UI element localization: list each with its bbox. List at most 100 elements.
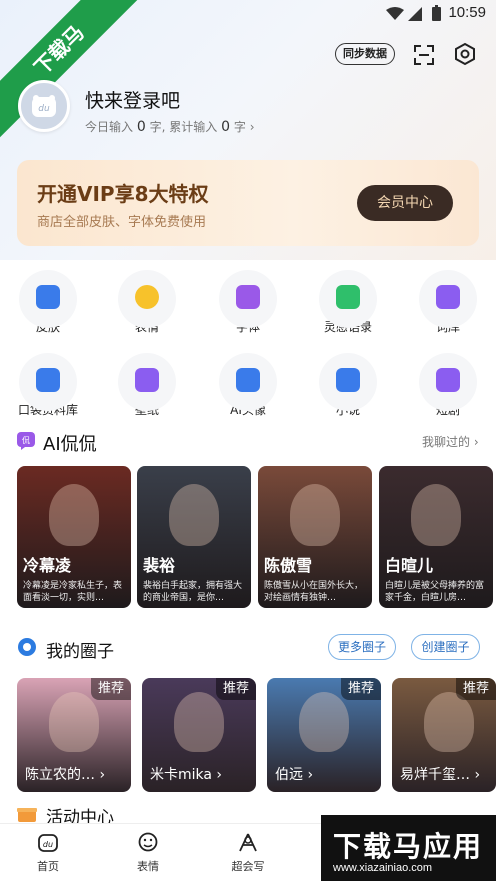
- circle-cover-image: [174, 692, 224, 752]
- character-portrait: [411, 484, 461, 546]
- ai-character-card[interactable]: 陈傲雪陈傲雪从小在国外长大，对绘画情有独钟…: [258, 466, 372, 608]
- login-prompt[interactable]: 快来登录吧: [85, 86, 180, 113]
- feature-smile[interactable]: 表情: [107, 270, 187, 335]
- character-description: 陈傲雪从小在国外长大，对绘画情有独钟…: [264, 581, 364, 603]
- character-name: 裴裕: [143, 556, 176, 575]
- tab-home[interactable]: du 首页: [18, 832, 78, 874]
- feature-icon-bg: [319, 270, 377, 328]
- circle-name: 陈立农的… ›: [25, 764, 105, 784]
- ai-avatar-icon: [236, 368, 260, 392]
- settings-icon[interactable]: [453, 42, 477, 66]
- circle-name: 易烊千玺… ›: [400, 764, 480, 784]
- feature-icon-bg: [19, 353, 77, 411]
- recommend-badge: 推荐: [91, 678, 131, 700]
- watermark-title: 下载马应用: [333, 830, 484, 863]
- watermark-url: www.xiazainiao.com: [333, 862, 433, 874]
- feature-ai-avatar[interactable]: AI头像: [208, 353, 288, 418]
- more-circles-button[interactable]: 更多圈子: [328, 634, 396, 660]
- chevron-right-icon: ›: [211, 767, 223, 783]
- gift-icon: [17, 808, 37, 822]
- write-icon: [239, 833, 257, 852]
- circle-card[interactable]: 推荐易烊千玺… ›: [392, 678, 496, 792]
- feature-shirt[interactable]: 皮肤: [8, 270, 88, 335]
- recommend-badge: 推荐: [341, 678, 381, 700]
- ai-character-card[interactable]: 冷幕凌 冷幕凌是冷家私生子，表面看淡一切，实则…: [17, 466, 131, 608]
- circle-card[interactable]: 推荐陈立农的… ›: [17, 678, 131, 792]
- character-description: 冷幕凌是冷家私生子，表面看淡一切，实则…: [23, 581, 123, 603]
- svg-text:du: du: [43, 840, 53, 849]
- feature-icon-bg: [219, 270, 277, 328]
- vip-subtitle: 商店全部皮肤、字体免费使用: [37, 215, 207, 230]
- character-portrait: [290, 484, 340, 546]
- character-description: 裴裕白手起家，拥有强大的商业帝国，是你…: [143, 581, 243, 603]
- chevron-right-icon: ›: [470, 767, 481, 783]
- dictionary-icon: [436, 285, 460, 309]
- feature-icon-bg: [118, 270, 176, 328]
- chevron-right-icon: ›: [249, 120, 255, 134]
- svg-text:侃: 侃: [22, 435, 30, 445]
- chatted-link[interactable]: 我聊过的 ›: [422, 433, 479, 450]
- scan-icon[interactable]: [413, 44, 435, 66]
- wifi-icon: [386, 7, 404, 20]
- circle-card[interactable]: 推荐米卡mika ›: [142, 678, 256, 792]
- recommend-badge: 推荐: [456, 678, 496, 700]
- ai-section-title: AI侃侃: [43, 434, 97, 455]
- character-portrait: [49, 484, 99, 546]
- signal-icon: [408, 7, 422, 21]
- member-center-button[interactable]: 会员中心: [357, 185, 453, 221]
- svg-text:du: du: [38, 104, 50, 114]
- circle-name: 米卡mika ›: [150, 764, 222, 784]
- vip-title: 开通VIP享8大特权: [37, 182, 209, 206]
- status-time: 10:59: [448, 4, 486, 21]
- default-avatar-icon: du: [32, 95, 56, 117]
- battery-icon: [432, 5, 441, 21]
- circle-cover-image: [49, 692, 99, 752]
- ai-chat-icon: 侃: [17, 432, 35, 450]
- shirt-icon: [36, 285, 60, 309]
- chevron-right-icon: ›: [95, 767, 106, 783]
- font-icon: [236, 285, 260, 309]
- feature-icon-bg: [319, 353, 377, 411]
- create-circle-button[interactable]: 创建圈子: [411, 634, 480, 660]
- feature-book[interactable]: 小说: [308, 353, 388, 418]
- book-icon: [336, 368, 360, 392]
- ai-character-card[interactable]: 白暄儿白暄儿是被父母捧养的富家千金，白暄儿房…: [379, 466, 493, 608]
- vip-banner[interactable]: 开通VIP享8大特权 商店全部皮肤、字体免费使用 会员中心: [17, 160, 479, 246]
- sync-data-button[interactable]: 同步数据: [335, 43, 395, 65]
- circle-name-text: 米卡mika: [150, 767, 212, 783]
- feature-pocket[interactable]: 口袋资料库: [8, 353, 88, 418]
- wallpaper-icon: [135, 368, 159, 392]
- feature-wallpaper[interactable]: 壁纸: [107, 353, 187, 418]
- tab-emoji[interactable]: 表情: [118, 832, 178, 874]
- circle-section-title: 我的圈子: [46, 642, 114, 662]
- feature-video[interactable]: 短剧: [408, 353, 488, 418]
- feature-icon-bg: [19, 270, 77, 328]
- pocket-icon: [36, 368, 60, 392]
- feature-dictionary[interactable]: 词库: [408, 270, 488, 335]
- recommend-badge: 推荐: [216, 678, 256, 700]
- feature-quote[interactable]: 灵感语录: [308, 270, 388, 335]
- circle-name-text: 易烊千玺…: [400, 767, 470, 783]
- circle-icon: [18, 638, 36, 656]
- feature-icon-bg: [118, 353, 176, 411]
- character-name: 陈傲雪: [264, 556, 313, 575]
- feature-icon-bg: [419, 270, 477, 328]
- circle-name-text: 伯远: [275, 767, 303, 783]
- avatar[interactable]: du: [18, 80, 70, 132]
- chevron-right-icon: ›: [303, 767, 314, 783]
- tab-write[interactable]: 超会写: [218, 832, 278, 874]
- site-watermark: 下载马应用 www.xiazainiao.com: [321, 815, 496, 881]
- smile-icon: [135, 285, 159, 309]
- emoji-icon: [138, 832, 158, 852]
- input-stats[interactable]: 今日输入 0 字, 累计输入 0 字 ›: [85, 118, 255, 135]
- quote-icon: [336, 285, 360, 309]
- character-description: 白暄儿是被父母捧养的富家千金，白暄儿房…: [385, 581, 485, 603]
- home-icon: du: [38, 834, 58, 852]
- circle-card[interactable]: 推荐伯远 ›: [267, 678, 381, 792]
- circle-cover-image: [424, 692, 474, 752]
- feature-font[interactable]: 字体: [208, 270, 288, 335]
- ai-character-card[interactable]: 裴裕裴裕白手起家，拥有强大的商业帝国，是你…: [137, 466, 251, 608]
- character-name: 白暄儿: [385, 556, 434, 575]
- feature-icon-bg: [419, 353, 477, 411]
- video-icon: [436, 368, 460, 392]
